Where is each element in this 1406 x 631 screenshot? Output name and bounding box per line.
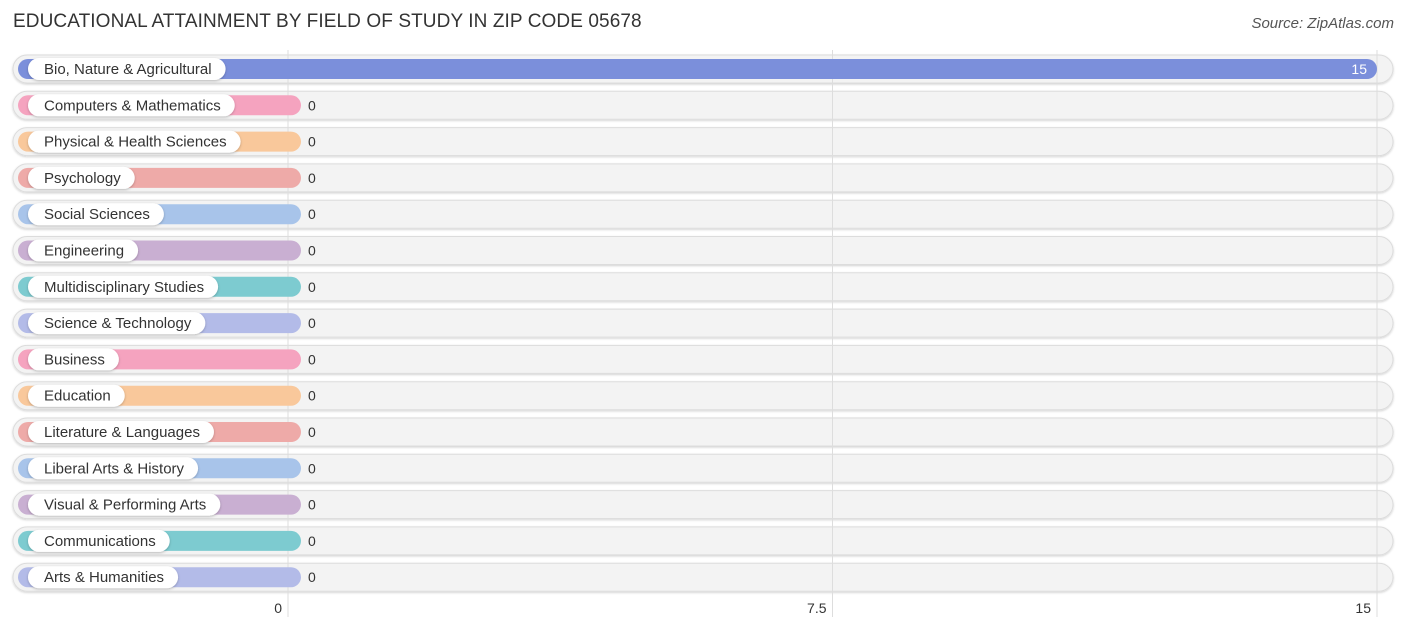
category-label: Science & Technology — [44, 315, 192, 332]
value-label: 0 — [308, 424, 316, 440]
category-label: Bio, Nature & Agricultural — [44, 61, 212, 78]
value-label: 0 — [308, 460, 316, 476]
value-label: 0 — [308, 134, 316, 150]
value-label: 0 — [308, 243, 316, 259]
x-axis-ticks: 0 7.5 15 — [274, 600, 1371, 616]
category-label: Physical & Health Sciences — [44, 134, 227, 151]
value-label: 0 — [308, 97, 316, 113]
value-label: 0 — [308, 170, 316, 186]
value-label: 0 — [308, 569, 316, 585]
x-tick-label: 7.5 — [807, 600, 827, 616]
value-label: 0 — [308, 279, 316, 295]
category-label: Arts & Humanities — [44, 569, 164, 586]
value-label: 0 — [308, 388, 316, 404]
category-label: Social Sciences — [44, 206, 150, 223]
value-label: 0 — [308, 351, 316, 367]
x-tick-label: 0 — [274, 600, 282, 616]
category-label: Psychology — [44, 170, 121, 187]
value-label: 0 — [308, 533, 316, 549]
bar-chart: Bio, Nature & Agricultural 15 Computers & … — [12, 50, 1394, 617]
category-label: Communications — [44, 533, 156, 550]
category-label: Visual & Performing Arts — [44, 497, 206, 514]
value-label: 0 — [308, 315, 316, 331]
category-label: Engineering — [44, 243, 124, 260]
value-label: 0 — [308, 497, 316, 513]
category-label: Multidisciplinary Studies — [44, 279, 204, 296]
category-label: Education — [44, 388, 111, 405]
value-label: 15 — [1351, 61, 1367, 77]
category-label: Computers & Mathematics — [44, 97, 221, 114]
category-label: Literature & Languages — [44, 424, 200, 441]
category-label: Liberal Arts & History — [44, 460, 185, 477]
x-tick-label: 15 — [1355, 600, 1371, 616]
value-label: 0 — [308, 206, 316, 222]
category-label: Business — [44, 351, 105, 368]
